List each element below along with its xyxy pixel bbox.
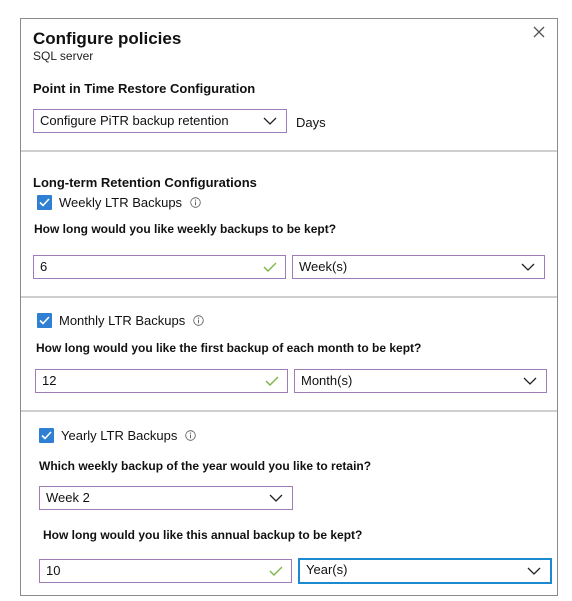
monthly-retention-input[interactable]: 12 [35, 369, 288, 393]
yearly-ltr-label: Yearly LTR Backups [61, 428, 178, 443]
weekly-retention-value: 6 [40, 259, 48, 274]
yearly-unit-value: Year(s) [306, 562, 348, 577]
dialog-subtitle: SQL server [33, 49, 94, 63]
divider [21, 150, 557, 152]
yearly-retention-value: 10 [46, 563, 61, 578]
yearly-week-value: Week 2 [46, 490, 90, 505]
weekly-unit-value: Week(s) [299, 259, 348, 274]
weekly-ltr-checkbox-row[interactable]: Weekly LTR Backups [37, 195, 201, 210]
dialog-title: Configure policies [33, 29, 182, 48]
close-icon[interactable] [531, 24, 547, 40]
monthly-unit-select[interactable]: Month(s) [294, 369, 547, 393]
yearly-question: How long would you like this annual back… [43, 528, 363, 542]
chevron-down-icon [523, 377, 537, 385]
monthly-ltr-checkbox[interactable] [37, 313, 52, 328]
checkmark-icon [263, 262, 277, 272]
weekly-question: How long would you like weekly backups t… [34, 222, 337, 236]
divider [21, 410, 557, 412]
checkmark-icon [41, 431, 52, 440]
chevron-down-icon [521, 263, 535, 271]
monthly-question: How long would you like the first backup… [36, 341, 422, 355]
yearly-week-question: Which weekly backup of the year would yo… [39, 459, 372, 473]
monthly-retention-value: 12 [42, 373, 57, 388]
pitr-unit-label: Days [296, 115, 326, 130]
ltr-heading: Long-term Retention Configurations [33, 175, 257, 190]
pitr-retention-select[interactable]: Configure PiTR backup retention [33, 109, 287, 133]
yearly-retention-input[interactable]: 10 [39, 559, 292, 583]
divider [21, 296, 557, 298]
yearly-ltr-checkbox-row[interactable]: Yearly LTR Backups [39, 428, 197, 443]
monthly-ltr-checkbox-row[interactable]: Monthly LTR Backups [37, 313, 204, 328]
chevron-down-icon [527, 567, 541, 575]
yearly-ltr-checkbox[interactable] [39, 428, 54, 443]
info-icon[interactable] [185, 430, 197, 441]
monthly-ltr-label: Monthly LTR Backups [59, 313, 186, 328]
weekly-retention-input[interactable]: 6 [33, 255, 286, 279]
yearly-week-select[interactable]: Week 2 [39, 486, 293, 510]
weekly-ltr-label: Weekly LTR Backups [59, 195, 183, 210]
checkmark-icon [269, 566, 283, 576]
pitr-retention-select-value: Configure PiTR backup retention [40, 113, 229, 128]
info-icon[interactable] [190, 197, 201, 208]
checkmark-icon [265, 376, 279, 386]
checkmark-icon [39, 316, 50, 325]
checkmark-icon [39, 198, 50, 207]
yearly-unit-select[interactable]: Year(s) [298, 558, 552, 584]
pitr-heading: Point in Time Restore Configuration [33, 81, 256, 96]
monthly-unit-value: Month(s) [301, 373, 353, 388]
weekly-unit-select[interactable]: Week(s) [292, 255, 545, 279]
chevron-down-icon [263, 117, 277, 125]
info-icon[interactable] [193, 315, 204, 326]
weekly-ltr-checkbox[interactable] [37, 195, 52, 210]
configure-policies-dialog: Configure policies SQL server Point in T… [20, 18, 558, 596]
chevron-down-icon [269, 494, 283, 502]
